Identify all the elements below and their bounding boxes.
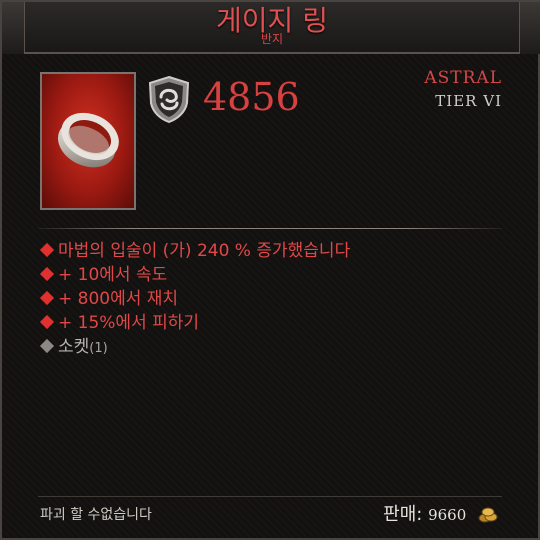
socket-line: 소켓(1) [39,335,350,359]
socket-label: 소켓 [58,337,90,357]
diamond-bullet-icon [39,242,55,258]
item-quality: ASTRAL [424,68,502,88]
item-portrait [40,72,136,210]
affix-line: + 10에서 속도 [39,263,350,287]
section-divider [38,228,502,229]
affix-line: 마법의 입술이 (가) 240 % 증가했습니다 [39,239,351,263]
socket-count: (1) [89,341,108,356]
diamond-bullet-icon [39,314,55,330]
item-tier: TIER VI [435,92,502,110]
affix-text: + 15%에서 피하기 [58,313,200,333]
item-power: 4856 [203,75,300,119]
indestructible-note: 파괴 할 수없습니다 [40,507,152,523]
ring-icon [57,112,119,168]
shield-swirl-icon [148,75,190,123]
diamond-bullet-icon [39,290,55,306]
sell-label: 판매: [383,504,423,525]
item-tooltip: 게이지 링 반지 4856 ASTRAL TIER VI 마법의 입술이 (가)… [0,0,540,540]
affix-line: + 15%에서 피하기 [39,311,350,335]
affix-list: 마법의 입술이 (가) 240 % 증가했습니다 + 10에서 속도 + 800… [39,239,351,359]
gold-coins-icon [478,507,498,523]
diamond-bullet-icon [39,338,55,354]
sell-value: 9660 [428,506,467,524]
item-type: 반지 [260,32,284,46]
sell-price: 판매: 9660 [383,502,498,528]
affix-text: 마법의 입술이 (가) 240 % 증가했습니다 [58,241,351,261]
footer-divider [38,496,502,497]
affix-text: + 800에서 재치 [58,289,179,309]
affix-text: + 10에서 속도 [58,265,168,285]
diamond-bullet-icon [39,266,55,282]
tooltip-header: 게이지 링 반지 [2,2,540,54]
affix-line: + 800에서 재치 [39,287,350,311]
